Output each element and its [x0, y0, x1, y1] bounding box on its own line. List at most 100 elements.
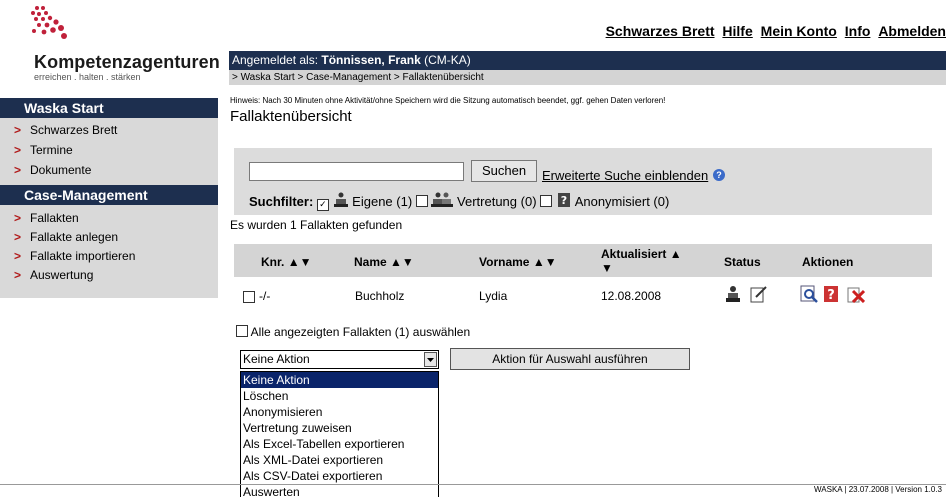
search-filter-row: Suchfilter: ✓ Eigene (1) Vertretung (0) … [249, 192, 669, 211]
row-checkbox[interactable] [243, 291, 255, 303]
sidebar-item-dokumente[interactable]: > Dokumente [14, 163, 91, 177]
filter-label-eigene: Eigene (1) [352, 194, 413, 209]
sidebar-item-fallakten[interactable]: > Fallakten [14, 211, 79, 225]
advanced-search-link[interactable]: Erweiterte Suche einblenden [542, 168, 708, 183]
cell-name: Buchholz [355, 289, 405, 303]
sidebar-item-label: Termine [30, 143, 73, 157]
select-all-row: Alle angezeigten Fallakten (1) auswählen [236, 325, 470, 339]
login-role: (CM-KA) [420, 53, 471, 67]
session-hint: Hinweis: Nach 30 Minuten ohne Aktivität/… [230, 96, 666, 105]
edit-status-icon [750, 286, 767, 303]
option-loeschen[interactable]: Löschen [241, 388, 438, 404]
login-bar: Angemeldet als: Tönnissen, Frank (CM-KA) [229, 51, 946, 70]
column-name-label: Name [354, 255, 387, 269]
sidebar-item-auswertung[interactable]: > Auswertung [14, 268, 93, 282]
top-navigation: Schwarzes Brett Hilfe Mein Konto Info Ab… [602, 23, 946, 39]
column-name[interactable]: Name ▲▼ [354, 255, 414, 269]
arrow-icon: > [14, 230, 22, 244]
link-hilfe[interactable]: Hilfe [722, 23, 752, 39]
filter-checkbox-eigene[interactable]: ✓ [316, 199, 329, 211]
filter-label-vertretung: Vertretung (0) [457, 194, 537, 209]
sort-up-icon[interactable]: ▲ [670, 247, 682, 261]
footer-version: WASKA | 23.07.2008 | Version 1.0.3 [814, 485, 942, 494]
sidebar-item-label: Fallakte anlegen [30, 230, 119, 244]
filter-label-anonymisiert: Anonymisiert (0) [574, 194, 670, 209]
delete-icon[interactable] [847, 285, 865, 303]
option-keine-aktion[interactable]: Keine Aktion [241, 372, 438, 388]
column-aktualisiert-label: Aktualisiert [601, 247, 667, 261]
action-select[interactable]: Keine Aktion [240, 350, 439, 369]
brand-slogan: erreichen . halten . stärken [34, 72, 141, 82]
option-auswerten[interactable]: Auswerten [241, 484, 438, 497]
column-vorname-label: Vorname [479, 255, 530, 269]
column-knr-label: Knr. [261, 255, 285, 269]
cell-knr: -/- [259, 289, 271, 303]
arrow-icon: > [14, 268, 22, 282]
group-icon [431, 192, 454, 207]
breadcrumb: > Waska Start > Case-Management > Fallak… [229, 70, 946, 85]
arrow-icon: > [14, 143, 22, 157]
action-dropdown-list: Keine Aktion Löschen Anonymisieren Vertr… [240, 371, 439, 497]
sidebar-item-fallakte-anlegen[interactable]: > Fallakte anlegen [14, 230, 118, 244]
sidebar-item-label: Dokumente [30, 163, 92, 177]
link-info[interactable]: Info [845, 23, 871, 39]
sidebar-item-label: Auswertung [30, 268, 94, 282]
filter-checkbox-anonymisiert[interactable] [540, 195, 553, 207]
view-icon[interactable] [800, 285, 818, 303]
sidebar: Waska Start > Schwarzes Brett > Termine > D… [0, 98, 218, 298]
option-xml-export[interactable]: Als XML-Datei exportieren [241, 452, 438, 468]
sort-icon[interactable]: ▲▼ [288, 255, 312, 269]
login-prefix: Angemeldet als: [232, 53, 322, 67]
column-knr[interactable]: Knr. ▲▼ [261, 255, 311, 269]
page-title: Fallaktenübersicht [230, 108, 352, 125]
column-status: Status [724, 255, 761, 269]
search-button[interactable]: Suchen [471, 160, 537, 182]
arrow-icon: > [14, 123, 22, 137]
sidebar-item-fallakte-importieren[interactable]: > Fallakte importieren [14, 249, 135, 263]
option-vertretung-zuweisen[interactable]: Vertretung zuweisen [241, 420, 438, 436]
column-aktionen: Aktionen [802, 255, 854, 269]
sidebar-item-label: Fallakten [30, 211, 79, 225]
sidebar-section-case-management: Case-Management [0, 185, 218, 205]
table-header: Knr. ▲▼ Name ▲▼ Vorname ▲▼ Aktualisiert … [234, 244, 932, 277]
arrow-icon: > [14, 211, 22, 225]
column-aktualisiert[interactable]: Aktualisiert ▲ ▼ [601, 247, 682, 275]
sidebar-item-termine[interactable]: > Termine [14, 143, 73, 157]
select-all-label: Alle angezeigten Fallakten (1) auswählen [250, 325, 471, 339]
sort-icon[interactable]: ▲▼ [533, 255, 557, 269]
sort-down-icon[interactable]: ▼ [601, 261, 613, 275]
arrow-icon: > [14, 249, 22, 263]
cell-aktualisiert: 12.08.2008 [601, 289, 662, 303]
sidebar-item-schwarzes-brett[interactable]: > Schwarzes Brett [14, 123, 117, 137]
chevron-down-icon[interactable] [424, 352, 437, 367]
brand-name: Kompetenzagenturen [34, 52, 220, 72]
svg-text:?: ? [561, 194, 567, 207]
svg-text:?: ? [827, 288, 835, 303]
link-schwarzes-brett[interactable]: Schwarzes Brett [606, 23, 715, 39]
cell-vorname: Lydia [479, 289, 508, 303]
link-mein-konto[interactable]: Mein Konto [761, 23, 837, 39]
help-icon[interactable]: ? [713, 169, 725, 181]
action-select-value: Keine Aktion [243, 352, 310, 366]
footer-divider [0, 484, 946, 485]
column-vorname[interactable]: Vorname ▲▼ [479, 255, 557, 269]
sidebar-item-label: Schwarzes Brett [30, 123, 118, 137]
search-input[interactable] [249, 162, 464, 181]
sort-icon[interactable]: ▲▼ [390, 255, 414, 269]
select-all-checkbox[interactable] [236, 325, 248, 337]
link-abmelden[interactable]: Abmelden [878, 23, 946, 39]
login-user: Tönnissen, Frank [321, 53, 421, 67]
option-excel-export[interactable]: Als Excel-Tabellen exportieren [241, 436, 438, 452]
anonymize-icon[interactable]: ? [823, 285, 841, 303]
option-csv-export[interactable]: Als CSV-Datei exportieren [241, 468, 438, 484]
arrow-icon: > [14, 163, 22, 177]
sidebar-section-waska-start: Waska Start [0, 98, 218, 118]
person-icon [333, 192, 348, 207]
execute-action-button[interactable]: Aktion für Auswahl ausführen [450, 348, 690, 370]
anonymous-icon: ? [557, 193, 570, 207]
results-count: Es wurden 1 Fallakten gefunden [230, 218, 403, 232]
filter-checkbox-vertretung[interactable] [415, 195, 428, 207]
logo-icon [31, 6, 67, 39]
sidebar-item-label: Fallakte importieren [30, 249, 136, 263]
option-anonymisieren[interactable]: Anonymisieren [241, 404, 438, 420]
